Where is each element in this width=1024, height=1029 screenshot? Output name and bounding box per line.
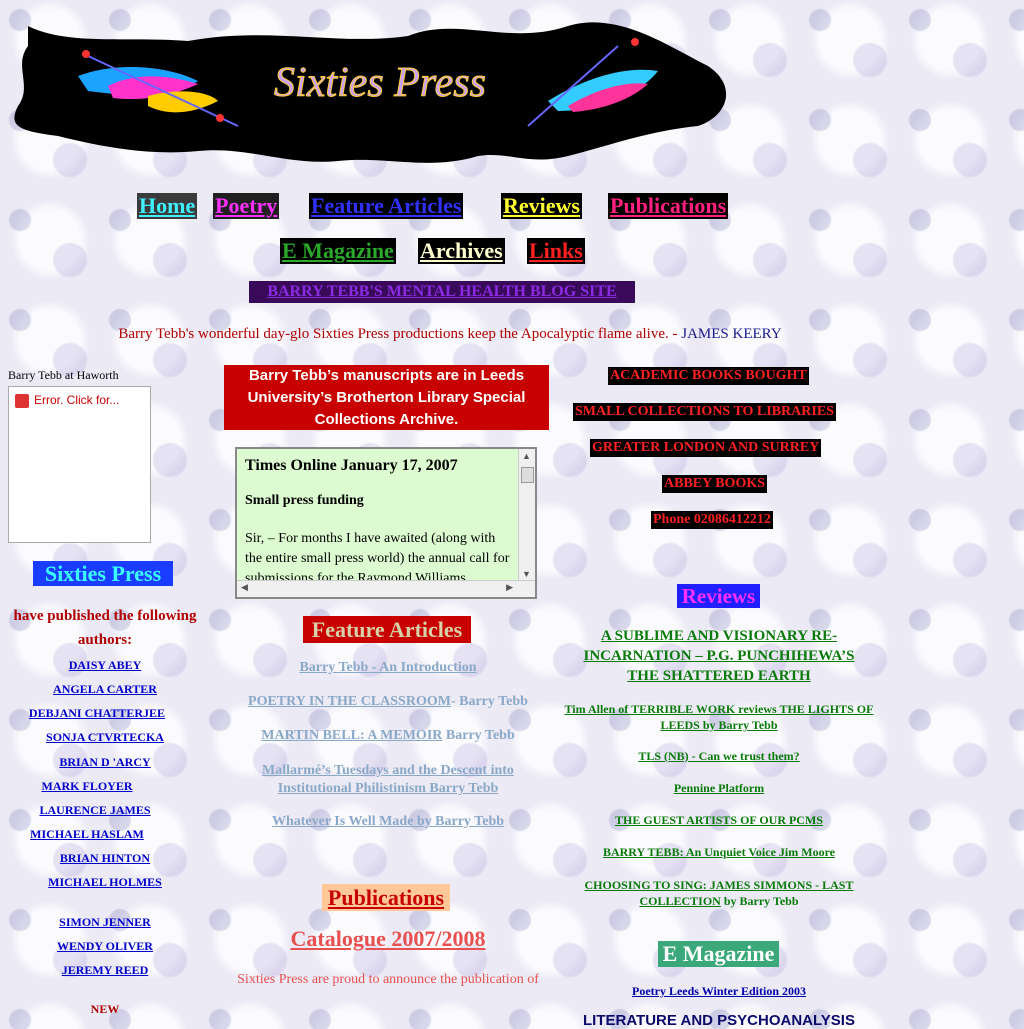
review-link[interactable]: Tim Allen of TERRIBLE WORK reviews THE L…	[564, 701, 874, 733]
nav-archives[interactable]: Archives	[418, 238, 505, 264]
nav-links[interactable]: Links	[527, 238, 585, 264]
review-item-choosing: CHOOSING TO SING: JAMES SIMMONS - LAST C…	[574, 877, 864, 909]
author-link[interactable]: BRIAN D 'ARCY	[0, 755, 210, 770]
catalogue-link[interactable]: Catalogue 2007/2008	[228, 926, 548, 952]
review-link[interactable]: A SUBLIME AND VISIONARY RE-INCARNATION –…	[574, 626, 864, 686]
article-item: Whatever Is Well Made by Barry Tebb	[228, 814, 548, 830]
published-line-1: have published the following	[13, 608, 197, 624]
author-link[interactable]: ANGELA CARTER	[0, 682, 210, 697]
scroll-right-icon[interactable]: ▶	[506, 582, 513, 593]
review-link[interactable]: TLS (NB) - Can we trust them?	[559, 749, 879, 764]
quote-author: JAMES KEERY	[681, 326, 782, 342]
author-link[interactable]: MICHAEL HASLAM	[0, 827, 192, 842]
published-line-2: authors:	[77, 632, 133, 648]
author-link[interactable]: DEBJANI CHATTERJEE	[0, 706, 202, 721]
embed-error[interactable]: Error. Click for...	[15, 393, 119, 408]
publication-announcement: Sixties Press are proud to announce the …	[237, 972, 539, 987]
article-link[interactable]: MARTIN BELL: A MEMOIR	[261, 728, 442, 743]
mental-health-blog-link[interactable]: BARRY TEBB'S MENTAL HEALTH BLOG SITE	[249, 281, 635, 303]
review-link[interactable]: Pennine Platform	[559, 781, 879, 796]
article-item: POETRY IN THE CLASSROOM- Barry Tebb	[228, 694, 548, 710]
author-link[interactable]: DAISY ABEY	[0, 658, 210, 673]
nav-home[interactable]: Home	[137, 193, 198, 219]
quote-text: Barry Tebb's wonderful day-glo Sixties P…	[118, 326, 682, 342]
author-link[interactable]: WENDY OLIVER	[0, 939, 210, 954]
times-heading: Times Online January 17, 2007	[245, 457, 458, 474]
ad-small-collections: SMALL COLLECTIONS TO LIBRARIES	[573, 403, 836, 421]
nav-poetry[interactable]: Poetry	[213, 193, 280, 219]
review-link[interactable]: CHOOSING TO SING: JAMES SIMMONS - LAST C…	[585, 878, 854, 908]
horizontal-scrollbar[interactable]: ◀ ▶	[237, 580, 535, 597]
author-link[interactable]: MICHAEL HOLMES	[0, 875, 210, 890]
author-link[interactable]: BRIAN HINTON	[0, 851, 210, 866]
author-link[interactable]: JEREMY REED	[0, 963, 210, 978]
nav-publications[interactable]: Publications	[608, 193, 729, 219]
published-authors-caption: have published the following authors:	[0, 604, 210, 652]
keery-quote: Barry Tebb's wonderful day-glo Sixties P…	[0, 326, 900, 343]
feature-articles-heading: Feature Articles	[303, 616, 471, 643]
author-link[interactable]: MARK FLOYER	[0, 779, 192, 794]
article-link[interactable]: Whatever Is Well Made by Barry Tebb	[272, 814, 504, 829]
times-letter-scrollbox[interactable]: Times Online January 17, 2007 Small pres…	[235, 447, 537, 599]
author-link[interactable]: LAURENCE JAMES	[0, 803, 200, 818]
literature-psychoanalysis-heading: LITERATURE AND PSYCHOANALYSIS	[583, 1012, 855, 1029]
haworth-embed[interactable]: Error. Click for...	[8, 386, 151, 543]
banner-graphic: Sixties Press	[14, 22, 727, 163]
sixties-press-heading: Sixties Press	[33, 561, 173, 586]
article-item: Mallarmé’s Tuesdays and the Descent into…	[240, 762, 536, 798]
new-label: NEW	[90, 1002, 120, 1016]
nav-e-magazine[interactable]: E Magazine	[280, 238, 396, 264]
nav-feature-articles[interactable]: Feature Articles	[309, 193, 464, 219]
article-byline: - Barry Tebb	[450, 694, 528, 709]
review-link[interactable]: BARRY TEBB: An Unquiet Voice Jim Moore	[559, 845, 879, 860]
ad-greater-london: GREATER LONDON AND SURREY	[590, 439, 822, 457]
author-link[interactable]: SIMON JENNER	[0, 915, 210, 930]
haworth-label: Barry Tebb at Haworth	[8, 368, 119, 382]
scroll-down-icon[interactable]: ▼	[522, 569, 531, 579]
author-link[interactable]: SONJA CTVRTECKA	[0, 730, 210, 745]
banner-title: Sixties Press	[274, 60, 486, 106]
times-subheading: Small press funding	[245, 493, 364, 508]
article-item: Barry Tebb - An Introduction	[228, 660, 548, 676]
article-link[interactable]: Barry Tebb - An Introduction	[299, 660, 476, 675]
scroll-up-icon[interactable]: ▲	[522, 451, 531, 461]
site-banner: Sixties Press	[8, 6, 734, 174]
review-link[interactable]: THE GUEST ARTISTS OF OUR PCMS	[559, 813, 879, 828]
article-item: MARTIN BELL: A MEMOIR Barry Tebb	[228, 728, 548, 744]
nav-reviews[interactable]: Reviews	[501, 193, 582, 219]
ad-phone: Phone 02086412212	[651, 511, 773, 529]
e-magazine-heading: E Magazine	[658, 941, 779, 967]
review-byline: by Barry Tebb	[720, 894, 799, 908]
publications-heading[interactable]: Publications	[322, 884, 450, 911]
error-icon	[15, 393, 29, 408]
article-byline: Barry Tebb	[442, 728, 515, 743]
embed-error-text: Error. Click for...	[34, 393, 120, 407]
article-link[interactable]: POETRY IN THE CLASSROOM	[248, 694, 451, 709]
scroll-left-icon[interactable]: ◀	[241, 582, 248, 593]
ad-abbey-books: ABBEY BOOKS	[662, 475, 768, 493]
manuscripts-notice: Barry Tebb’s manuscripts are in Leeds Un…	[224, 365, 549, 430]
article-link[interactable]: Mallarmé’s Tuesdays and the Descent into…	[262, 763, 514, 796]
scrollbar-thumb[interactable]	[521, 467, 534, 483]
reviews-heading: Reviews	[677, 584, 760, 608]
ad-academic-books: ACADEMIC BOOKS BOUGHT	[608, 367, 809, 385]
poetry-leeds-link[interactable]: Poetry Leeds Winter Edition 2003	[559, 984, 879, 999]
vertical-scrollbar[interactable]: ▲ ▼	[518, 449, 535, 581]
